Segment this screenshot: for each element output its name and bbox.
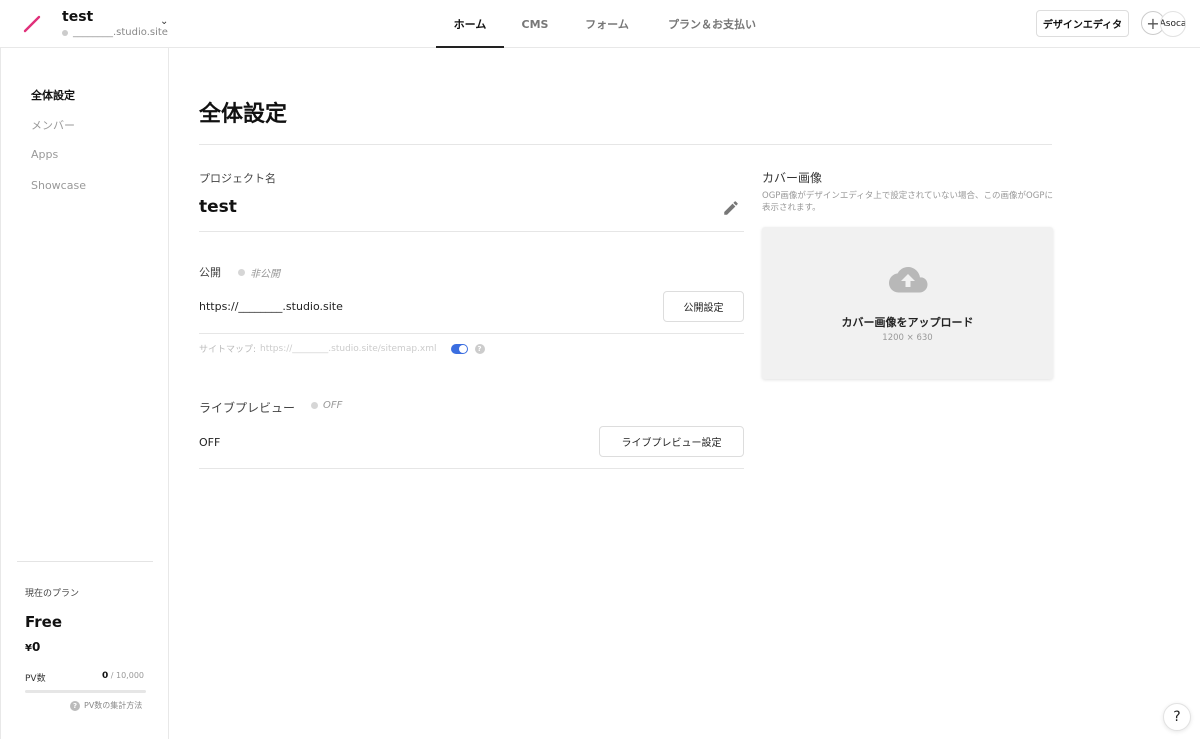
tab-home[interactable]: ホーム [436,0,504,48]
design-editor-button[interactable]: デザインエディタ [1036,10,1129,37]
sitemap-toggle[interactable] [450,343,468,354]
plan-label: 現在のプラン [25,589,80,599]
help-icon[interactable]: ? [474,343,485,354]
project-name-value: test [199,197,237,217]
divider [199,144,1052,145]
live-preview-status-text: OFF [323,400,343,411]
help-icon: ? [70,700,80,711]
tab-cms[interactable]: CMS [505,0,565,48]
studio-logo-icon[interactable] [22,14,42,34]
plan-price: ¥0 [25,640,40,654]
pv-limit: / 10,000 [108,671,144,680]
main-nav: ホーム CMS フォーム プラン＆お支払い [436,0,767,48]
project-url-text: ________.studio.site [73,27,168,38]
price-value: 0 [31,640,41,654]
live-preview-value: OFF [199,436,221,449]
live-preview-status: OFF [311,400,342,411]
pv-count: 0 / 10,000 [102,671,144,681]
sidebar-item-showcase[interactable]: Showcase [31,179,86,192]
publish-status: 非公開 [238,265,280,280]
publish-label: 公開 [199,266,221,279]
sitemap-row: サイトマップ: https://________.studio.site/sit… [199,342,485,355]
publish-settings-button[interactable]: 公開設定 [663,291,744,322]
divider [199,468,744,469]
pv-help-link[interactable]: ? PV数の集計方法 [70,700,142,711]
pv-progress-bar [25,690,146,693]
tab-plan-billing[interactable]: プラン＆お支払い [657,0,767,48]
plan-name: Free [25,613,63,631]
publish-url[interactable]: https://________.studio.site [199,300,343,313]
help-button[interactable]: ? [1163,703,1191,731]
cover-image-title: カバー画像 [762,171,823,185]
upload-size: 1200 × 630 [882,333,933,343]
project-name[interactable]: test [62,9,93,25]
status-dot [238,269,245,276]
sidebar-item-apps[interactable]: Apps [31,148,58,161]
page-title: 全体設定 [199,102,288,127]
project-url: ________.studio.site [62,27,168,38]
status-dot [62,29,68,36]
divider [17,561,153,562]
cover-upload-area[interactable]: カバー画像をアップロード 1200 × 630 [762,227,1053,379]
currency-symbol: ¥ [25,643,32,654]
sitemap-url[interactable]: https://________.studio.site/sitemap.xml [260,344,436,354]
cloud-upload-icon [889,267,928,293]
upload-label: カバー画像をアップロード [841,316,974,329]
pv-help-text: PV数の集計方法 [84,701,143,710]
live-preview-settings-button[interactable]: ライブプレビュー設定 [599,426,744,457]
top-header: test ________.studio.site ⌄ ホーム CMS フォーム… [0,0,1200,48]
chevron-down-icon[interactable]: ⌄ [160,16,168,27]
project-name-label: プロジェクト名 [199,172,276,185]
pencil-icon[interactable] [722,199,740,217]
cover-image-description: OGP画像がデザインエディタ上で設定されていない場合、この画像がOGPに表示され… [762,191,1053,213]
sidebar: 全体設定 メンバー Apps Showcase 現在のプラン Free ¥0 P… [0,48,169,739]
tab-forms[interactable]: フォーム [567,0,647,48]
divider [199,333,744,334]
pv-label: PV数 [25,674,46,684]
publish-status-text: 非公開 [250,269,280,280]
sidebar-item-members[interactable]: メンバー [31,117,75,133]
divider [199,231,744,232]
live-preview-label: ライブプレビュー [199,401,296,415]
avatar[interactable]: Asoca [1160,11,1186,37]
sidebar-item-general-settings[interactable]: 全体設定 [31,87,75,103]
status-dot [311,402,318,409]
sitemap-label: サイトマップ: [199,345,257,355]
